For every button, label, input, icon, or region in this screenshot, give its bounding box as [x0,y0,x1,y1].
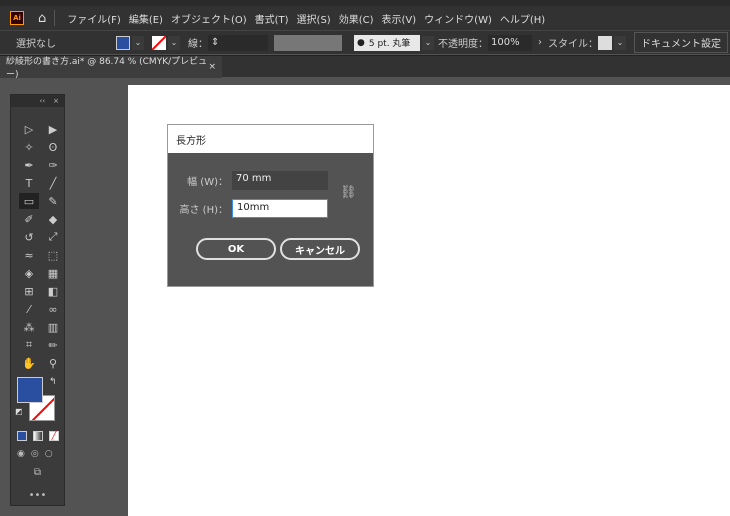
style-label: スタイル： [548,39,598,50]
rectangle-tool-icon[interactable]: ▭ [19,193,39,209]
stroke-dropdown[interactable]: ⌄ [168,35,180,50]
dialog-title: 長方形 [168,125,373,153]
lasso-tool-icon[interactable]: ʘ [43,139,63,155]
magic-wand-tool-icon[interactable]: ✧ [19,139,39,155]
panel-header[interactable]: ‹‹ × [11,95,64,107]
paintbrush-tool-icon[interactable]: ✎ [43,193,63,209]
perspective-grid-tool-icon[interactable]: ▦ [43,265,63,281]
selection-status: 選択なし [16,39,56,50]
symbol-sprayer-tool-icon[interactable]: ⁂ [19,319,39,335]
mesh-tool-icon[interactable]: ⊞ [19,283,39,299]
gradient-tool-icon[interactable]: ◧ [43,283,63,299]
brush-dropdown[interactable]: ● 5 pt. 丸筆 [354,34,420,51]
direct-selection-tool-icon[interactable]: ▶ [43,121,63,137]
style-dropdown[interactable]: ⌄ [614,35,626,50]
fill-dropdown[interactable]: ⌄ [132,35,144,50]
zoom-tool-icon[interactable]: ⚲ [43,355,63,371]
divider [54,10,56,26]
ok-button[interactable]: OK [196,238,276,260]
stroke-weight-field[interactable]: ⇕ [208,34,268,51]
menu-view[interactable]: 表示(V) [378,11,421,26]
screen-mode-icon[interactable]: ⧉ [11,467,64,478]
default-colors-icon[interactable]: ◩ [15,407,23,416]
draw-normal-icon[interactable]: ◉ [17,449,25,459]
menu-file[interactable]: ファイル(F) [63,11,125,26]
menu-effect[interactable]: 効果(C) [335,11,378,26]
draw-behind-icon[interactable]: ◎ [31,449,39,459]
brush-value: 5 pt. 丸筆 [368,39,411,49]
shaper-tool-icon[interactable]: ✐ [19,211,39,227]
slice-tool-icon[interactable]: ✏ [43,337,63,353]
menu-window[interactable]: ウィンドウ(W) [420,11,496,26]
menu-help[interactable]: ヘルプ(H) [496,11,549,26]
shape-builder-tool-icon[interactable]: ◈ [19,265,39,281]
control-bar: 選択なし ⌄ ⌄ 線： ⇕ ● 5 pt. 丸筆 ⌄ 不透明度： 100% › … [0,30,730,54]
variable-width-profile[interactable] [274,34,342,51]
color-mode-icon[interactable] [17,431,27,441]
app-logo: Ai [10,11,24,25]
line-tool-icon[interactable]: ╱ [43,175,63,191]
document-tab[interactable]: 紗綾形の書き方.ai* @ 86.74 % (CMYK/プレビュー) × [0,56,222,80]
scale-tool-icon[interactable]: ⤢ [43,229,63,245]
close-panel-icon[interactable]: × [53,97,59,105]
collapse-icon[interactable]: ‹‹ [40,97,46,105]
selection-tool-icon[interactable]: ▷ [19,121,39,137]
blend-tool-icon[interactable]: ∞ [43,301,63,317]
curvature-tool-icon[interactable]: ✑ [43,157,63,173]
width-label: 幅 (W)： [187,177,228,188]
brush-chevron[interactable]: ⌄ [422,35,434,50]
width-tool-icon[interactable]: ≈ [19,247,39,263]
fill-swatch[interactable] [116,35,130,50]
fill-stroke-widget: ↰ ◩ [11,377,64,427]
height-input[interactable]: 10mm [232,199,328,218]
none-mode-icon[interactable]: ╱ [49,431,59,441]
document-tab-title: 紗綾形の書き方.ai* @ 86.74 % (CMYK/プレビュー) [6,57,208,80]
type-tool-icon[interactable]: T [19,175,39,191]
fill-indicator[interactable] [17,377,43,403]
rectangle-dialog: 長方形 幅 (W)： 70 mm ⛓ 高さ (H)： 10mm OK キャンセル [167,124,374,287]
stroke-swatch[interactable] [152,35,166,50]
height-label: 高さ (H)： [179,205,228,216]
stroke-label: 線： [188,39,208,50]
menu-object[interactable]: オブジェクト(O) [167,11,251,26]
gradient-mode-icon[interactable] [33,431,43,441]
tools-panel: ‹‹ × ▷ ▶ ✧ ʘ ✒ ✑ T ╱ ▭ ✎ ✐ ◆ ↺ ⤢ ≈ ⬚ ◈ ▦ … [10,94,65,506]
swap-icon[interactable]: ↰ [49,377,57,387]
pen-tool-icon[interactable]: ✒ [19,157,39,173]
menu-select[interactable]: 選択(S) [293,11,335,26]
menu-edit[interactable]: 編集(E) [125,11,167,26]
menu-bar: Ai ⌂ ファイル(F) 編集(E) オブジェクト(O) 書式(T) 選択(S)… [0,6,730,30]
opacity-field[interactable]: 100% [488,34,532,51]
style-swatch[interactable] [598,35,612,50]
graph-tool-icon[interactable]: ▥ [43,319,63,335]
free-transform-tool-icon[interactable]: ⬚ [43,247,63,263]
opacity-arrow-icon[interactable]: › [538,37,542,48]
eraser-tool-icon[interactable]: ◆ [43,211,63,227]
constrain-proportions-link-icon[interactable]: ⛓ [340,185,357,200]
rotate-tool-icon[interactable]: ↺ [19,229,39,245]
document-settings-button[interactable]: ドキュメント設定 [634,32,728,53]
hand-tool-icon[interactable]: ✋ [19,355,39,371]
draw-inside-icon[interactable]: ○ [45,449,53,459]
artboard-tool-icon[interactable]: ⌗ [19,337,39,353]
eyedropper-tool-icon[interactable]: ⁄ [19,301,39,317]
home-icon[interactable]: ⌂ [38,11,46,26]
opacity-label: 不透明度： [438,39,488,50]
menu-type[interactable]: 書式(T) [251,11,293,26]
document-tab-bar: 紗綾形の書き方.ai* @ 86.74 % (CMYK/プレビュー) × [0,55,730,80]
close-tab-icon[interactable]: × [208,62,216,72]
cancel-button[interactable]: キャンセル [280,238,360,260]
more-tools-icon[interactable]: ••• [11,490,64,501]
width-input[interactable]: 70 mm [232,171,328,190]
